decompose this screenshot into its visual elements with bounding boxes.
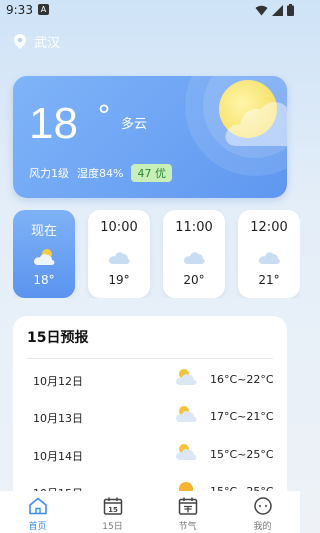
forecast-date: 10月14日: [33, 450, 83, 463]
wifi-icon: [255, 5, 268, 15]
nav-label: 我的: [253, 522, 272, 532]
weather-details: 风力1级 湿度84% 47 优: [29, 164, 172, 182]
hour-card-1100[interactable]: 11:00 20°: [163, 210, 225, 298]
hour-card-1000[interactable]: 10:00 19°: [88, 210, 150, 298]
status-bar: 9:33 A: [0, 0, 300, 20]
temperature-unit: °: [97, 99, 111, 132]
nav-label: 节气: [178, 522, 197, 532]
nav-label: 15日: [102, 522, 123, 532]
divider: [27, 358, 273, 359]
hour-time: 10:00: [100, 220, 138, 235]
weather-condition: 多云: [121, 117, 148, 132]
location-pin-icon: [14, 34, 26, 49]
hour-time: 现在: [30, 224, 57, 239]
hour-temperature: 19°: [108, 273, 130, 287]
battery-icon: [287, 4, 294, 16]
solar-term-icon: [178, 497, 197, 515]
cloud-sun-icon: [176, 369, 197, 385]
calendar-15-icon: 15: [103, 497, 122, 515]
hour-card-now[interactable]: 现在 18°: [13, 210, 75, 298]
aqi-badge: 47 优: [131, 164, 172, 182]
cloud-sun-icon: [176, 444, 197, 460]
cloud-icon: [184, 252, 205, 264]
nav-profile[interactable]: 我的: [225, 491, 300, 533]
wind-level: 风力1级: [29, 167, 69, 180]
forecast-date: 10月12日: [33, 375, 83, 388]
hour-card-1200[interactable]: 12:00 21°: [238, 210, 300, 298]
forecast-row[interactable]: 10月14日 15°C~25°C: [13, 444, 287, 465]
daily-forecast-card: 15日预报 10月12日 16°C~22°C 10月13日 17°C~21°C …: [13, 316, 287, 506]
hour-time: 11:00: [175, 220, 213, 235]
forecast-row[interactable]: 10月12日 16°C~22°C: [13, 369, 287, 390]
current-temperature: 18: [29, 99, 78, 148]
hour-temperature: 21°: [258, 273, 280, 287]
forecast-temp-range: 16°C~22°C: [210, 373, 274, 386]
cloud-sun-icon: [176, 406, 197, 422]
cloud-icon: [225, 102, 287, 146]
hour-time: 12:00: [250, 220, 288, 235]
bottom-navigation: 首页 15 15日 节气 我的: [0, 491, 300, 533]
city-name: 武汉: [34, 36, 61, 51]
cloud-icon: [259, 252, 280, 264]
forecast-temp-range: 15°C~25°C: [210, 448, 274, 461]
nav-home[interactable]: 首页: [0, 491, 75, 533]
hour-temperature: 18°: [33, 273, 55, 287]
nav-label: 首页: [28, 522, 47, 532]
forecast-title: 15日预报: [27, 330, 89, 346]
profile-icon: [253, 497, 272, 515]
cloud-sun-icon: [34, 249, 55, 265]
humidity: 湿度84%: [77, 167, 124, 180]
svg-text:15: 15: [108, 506, 118, 514]
forecast-row[interactable]: 10月13日 17°C~21°C: [13, 406, 287, 427]
status-time: 9:33: [6, 3, 33, 17]
app-notification-icon: A: [38, 4, 49, 15]
nav-15day[interactable]: 15 15日: [75, 491, 150, 533]
hour-temperature: 20°: [183, 273, 205, 287]
home-icon: [28, 497, 47, 515]
location-selector[interactable]: 武汉: [14, 32, 60, 51]
current-weather-card[interactable]: 18 ° 多云 风力1级 湿度84% 47 优: [13, 76, 287, 198]
cloud-icon: [109, 252, 130, 264]
nav-solar-terms[interactable]: 节气: [150, 491, 225, 533]
hourly-forecast[interactable]: 现在 18° 10:00 19° 11:00 20° 12:00 21°: [13, 210, 300, 298]
signal-icon: [272, 4, 283, 16]
status-icons: [255, 4, 294, 16]
forecast-temp-range: 17°C~21°C: [210, 410, 274, 423]
forecast-date: 10月13日: [33, 412, 83, 425]
